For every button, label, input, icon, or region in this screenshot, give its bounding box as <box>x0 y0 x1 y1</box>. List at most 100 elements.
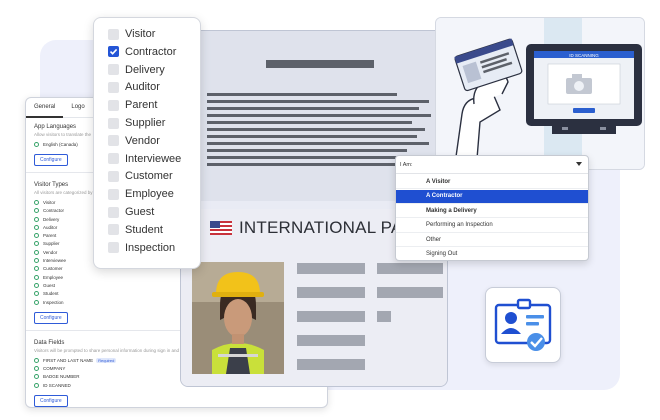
radio-ring-icon <box>34 141 39 147</box>
text-line <box>207 128 425 131</box>
tab-logo[interactable]: Logo <box>63 98 92 118</box>
checkbox-icon[interactable] <box>108 153 119 165</box>
dropdown-option[interactable]: Signing Out <box>396 248 588 261</box>
option-label: FIRST AND LAST NAME <box>43 357 94 363</box>
kiosk-illustration: ID SCANNING <box>435 17 645 170</box>
checklist-item[interactable]: Employee <box>108 187 174 201</box>
checklist-item[interactable]: Delivery <box>108 63 165 77</box>
checkbox-icon[interactable] <box>108 81 119 93</box>
field-bar <box>297 263 365 274</box>
checklist-item[interactable]: Contractor <box>108 45 176 59</box>
dropdown-option[interactable]: Performing an Inspection <box>396 219 588 233</box>
radio-ring-icon <box>34 208 39 214</box>
radio-ring-icon <box>34 224 39 230</box>
option-label: BADGE NUMBER <box>43 374 80 380</box>
option-label: Student <box>43 291 59 297</box>
radio-ring-icon <box>34 266 39 272</box>
visitor-badge-check-icon <box>494 298 552 351</box>
radio-ring-icon <box>34 374 39 380</box>
dropdown-option[interactable]: A Visitor <box>396 175 588 189</box>
checkbox-icon[interactable] <box>108 28 119 40</box>
radio-ring-icon <box>34 274 39 280</box>
configure-data-fields-button[interactable]: Configure <box>34 395 68 407</box>
checkbox-icon[interactable] <box>108 242 119 254</box>
checklist-item-label: Contractor <box>125 45 177 58</box>
option-label: English (Canada) <box>43 141 78 147</box>
checklist-item-label: Interviewee <box>125 152 182 165</box>
option-label: Auditor <box>43 224 58 230</box>
radio-ring-icon <box>34 199 39 205</box>
option-label: Parent <box>43 233 57 239</box>
dropdown-option[interactable]: Making a Delivery <box>396 204 588 218</box>
radio-ring-icon <box>34 357 39 363</box>
checklist-item[interactable]: Parent <box>108 98 157 112</box>
radio-ring-icon <box>34 282 39 288</box>
option-label: Interviewee <box>43 258 67 264</box>
checkbox-checked-icon[interactable] <box>108 46 119 58</box>
field-bar <box>377 311 391 322</box>
field-bar <box>297 359 365 370</box>
checklist-item-label: Delivery <box>125 63 165 76</box>
text-line <box>207 156 423 159</box>
option-label: ID SCANNED <box>43 382 71 388</box>
checklist-item-label: Parent <box>125 99 158 112</box>
checkbox-icon[interactable] <box>108 135 119 147</box>
tab-general[interactable]: General <box>26 98 64 118</box>
checklist-item[interactable]: Student <box>108 223 163 237</box>
checklist-item[interactable]: Customer <box>108 169 173 183</box>
checklist-item[interactable]: Supplier <box>108 116 165 130</box>
checklist-item[interactable]: Guest <box>108 205 154 219</box>
id-scanning-illustration: ID SCANNING <box>436 18 644 169</box>
radio-ring-icon <box>34 299 39 305</box>
us-flag-icon <box>210 221 232 235</box>
dropdown-option[interactable]: Other <box>396 233 588 247</box>
worker-photo <box>192 262 284 374</box>
checklist-item[interactable]: Vendor <box>108 134 160 148</box>
kiosk-screen-title: ID SCANNING <box>569 53 599 58</box>
marketing-canvas: General Logo F App Languages Allow visit… <box>0 0 660 420</box>
checkbox-icon[interactable] <box>108 99 119 111</box>
dropdown-label: I Am: <box>400 162 413 168</box>
option-label: Customer <box>43 266 63 272</box>
visitor-type-checklist: Visitor Contractor Delivery Auditor Parent Su… <box>93 17 201 269</box>
dropdown-option[interactable]: A Contractor <box>396 189 588 204</box>
text-line <box>207 114 431 117</box>
field-bar <box>377 263 443 274</box>
radio-ring-icon <box>34 291 39 297</box>
checkbox-icon[interactable] <box>108 170 119 182</box>
option-label: Supplier <box>43 241 60 247</box>
dropdown-header[interactable]: I Am: <box>396 156 588 174</box>
text-line <box>207 107 419 110</box>
text-line <box>207 163 397 166</box>
configure-visitor-types-button[interactable]: Configure <box>34 312 68 325</box>
configure-languages-button[interactable]: Configure <box>34 154 68 167</box>
visitor-type-dropdown[interactable]: I Am: A Visitor A Contractor Making a Deli… <box>395 155 589 261</box>
radio-ring-icon <box>34 241 39 247</box>
checkbox-icon[interactable] <box>108 206 119 218</box>
checklist-item-label: Inspection <box>125 241 176 254</box>
checklist-item-label: Guest <box>125 206 155 218</box>
checklist-item[interactable]: Inspection <box>108 241 175 255</box>
checkbox-icon[interactable] <box>108 188 119 200</box>
checkbox-icon[interactable] <box>108 117 119 129</box>
checklist-item-label: Supplier <box>125 117 166 129</box>
text-line <box>207 93 397 96</box>
field-bar <box>297 335 365 346</box>
checkbox-icon[interactable] <box>108 224 119 236</box>
field-bar <box>297 287 365 298</box>
option-label: Visitor <box>43 199 56 205</box>
checklist-item-label: Customer <box>125 170 173 183</box>
checklist-item[interactable]: Auditor <box>108 80 160 94</box>
radio-ring-icon <box>34 366 39 372</box>
checklist-item-label: Student <box>125 223 163 236</box>
radio-ring-icon <box>34 216 39 222</box>
checklist-item[interactable]: Interviewee <box>108 152 181 166</box>
option-label: Delivery <box>43 216 60 222</box>
checkbox-icon[interactable] <box>108 64 119 76</box>
option-label: Guest <box>43 282 56 288</box>
text-line <box>207 135 417 138</box>
radio-ring-icon <box>34 249 39 255</box>
checklist-item-label: Auditor <box>125 81 160 94</box>
checklist-item[interactable]: Visitor <box>108 27 155 41</box>
text-line <box>207 100 429 103</box>
